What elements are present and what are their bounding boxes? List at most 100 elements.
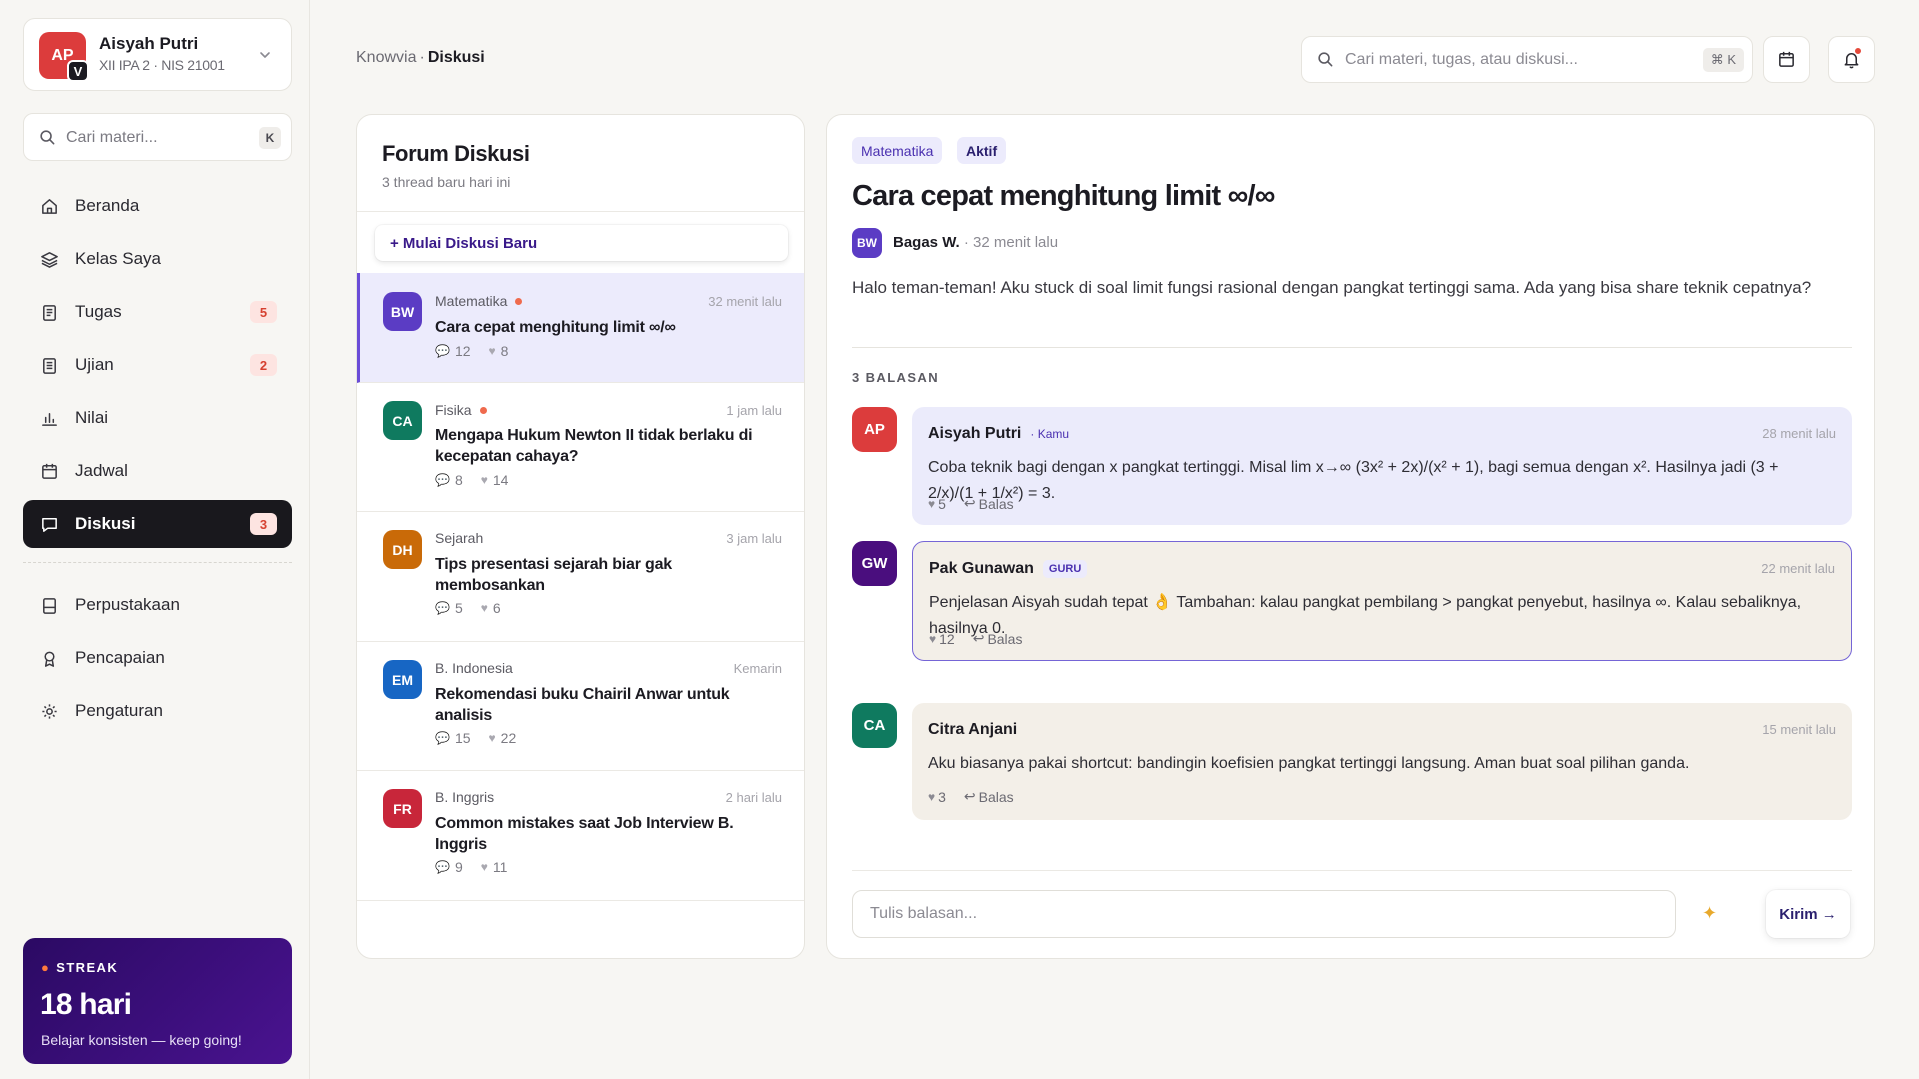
chevron-down-icon[interactable]: [257, 47, 273, 63]
reply-text: Aku biasanya pakai shortcut: bandingin k…: [928, 755, 1690, 772]
sparkle-icon[interactable]: ✦: [1702, 903, 1717, 924]
sidebar-search-input[interactable]: [66, 126, 236, 150]
breadcrumb: Knowvia · Diskusi: [356, 49, 485, 67]
heart-icon: ♥: [488, 344, 496, 358]
thread-subject-text: Matematika: [435, 293, 508, 309]
nav-item-pengaturan[interactable]: Pengaturan: [23, 687, 292, 735]
comment-icon: 💬: [435, 860, 450, 874]
nav-item-beranda[interactable]: Beranda: [23, 182, 292, 230]
thread-subject: Sejarah: [435, 530, 483, 546]
like-count: 3: [938, 788, 946, 805]
role-label: · Kamu: [1030, 427, 1070, 441]
thread-title: Cara cepat menghitung limit ∞/∞: [852, 180, 1275, 212]
post-time: · 32 menit lalu: [959, 234, 1059, 251]
nav-item-jadwal[interactable]: Jadwal: [23, 447, 292, 495]
thread-detail-panel: Matematika Aktif Cara cepat menghitung l…: [826, 114, 1875, 959]
nav-label: Jadwal: [75, 461, 128, 480]
nav-item-tugas[interactable]: Tugas 5: [23, 288, 292, 336]
avatar: FR: [383, 789, 422, 828]
nav-item-perpustakaan[interactable]: Perpustakaan: [23, 581, 292, 629]
gear-icon: [42, 703, 57, 719]
breadcrumb-root[interactable]: Knowvia: [356, 49, 416, 66]
thread-item[interactable]: CA Fisika 1 jam lalu Mengapa Hukum Newto…: [357, 383, 804, 512]
nav-divider: [23, 562, 292, 563]
subject-tag[interactable]: Matematika: [852, 137, 943, 164]
notifications-button[interactable]: [1828, 36, 1875, 83]
reply-card: Citra Anjani 15 menit lalu Aku biasanya …: [912, 703, 1852, 820]
nav-item-ujian[interactable]: Ujian 2: [23, 341, 292, 389]
heart-icon[interactable]: ♥: [928, 790, 935, 804]
like-count: 5: [938, 495, 946, 512]
like-count: 11: [492, 859, 508, 875]
thread-stats: 💬 15 ♥ 22: [435, 730, 516, 746]
like-count: 8: [500, 343, 509, 359]
calendar-icon: [42, 463, 57, 479]
heart-icon[interactable]: ♥: [928, 497, 935, 511]
replies-count: 3 BALASAN: [852, 370, 939, 385]
reply-author-name: Aisyah Putri: [928, 425, 1022, 442]
streak-label: ● STREAK: [41, 960, 118, 975]
thread-item[interactable]: BW Matematika 32 menit lalu Cara cepat m…: [357, 273, 804, 383]
reply-actions: ♥ 3 ↩ Balas: [928, 788, 1014, 805]
reply-author: Pak Gunawan GURU: [929, 560, 1088, 578]
reply-button[interactable]: ↩ Balas: [964, 495, 1014, 512]
count-badge: 5: [250, 301, 277, 323]
bar-chart-icon: [42, 412, 57, 426]
profile-card[interactable]: AP V Aisyah Putri XII IPA 2 · NIS 21001: [23, 18, 292, 91]
thread-stats: 💬 5 ♥ 6: [435, 600, 501, 616]
comment-count: 8: [454, 472, 463, 488]
shortcut-badge: K: [259, 127, 281, 149]
clipboard-icon: [43, 304, 56, 321]
nav-label: Beranda: [75, 196, 140, 215]
search-icon: [1318, 52, 1333, 67]
nav-item-nilai[interactable]: Nilai: [23, 394, 292, 442]
thread-item[interactable]: FR B. Inggris 2 hari lalu Common mistake…: [357, 771, 804, 901]
count-badge: 3: [250, 513, 277, 535]
reply-time: 15 menit lalu: [1762, 722, 1836, 737]
thread-time: Kemarin: [733, 661, 782, 676]
global-search-input[interactable]: [1345, 48, 1675, 72]
send-button[interactable]: Kirim →: [1766, 890, 1850, 938]
reply-button-label: Balas: [978, 788, 1014, 805]
reply-card: Aisyah Putri · Kamu 28 menit lalu Coba te…: [912, 407, 1852, 525]
profile-name: Aisyah Putri: [99, 34, 199, 53]
thread-item[interactable]: EM B. Indonesia Kemarin Rekomendasi buku…: [357, 642, 804, 771]
reply-time: 22 menit lalu: [1761, 561, 1835, 576]
nav-label: Kelas Saya: [75, 249, 161, 268]
thread-stats: 💬 9 ♥ 11: [435, 859, 507, 875]
library-icon: [43, 597, 56, 614]
streak-value: 18 hari: [40, 988, 132, 1021]
nav-item-diskusi[interactable]: Diskusi 3: [23, 500, 292, 548]
thread-time: 3 jam lalu: [726, 531, 782, 546]
nav-label: Diskusi: [75, 514, 136, 533]
like-count: 6: [492, 600, 501, 616]
reply-input[interactable]: [852, 890, 1676, 938]
thread-subject: Matematika: [435, 293, 523, 309]
avatar: GW: [852, 541, 897, 586]
thread-item[interactable]: DH Sejarah 3 jam lalu Tips presentasi se…: [357, 512, 804, 642]
nav-item-pencapaian[interactable]: Pencapaian: [23, 634, 292, 682]
reply-arrow-icon: ↩: [963, 788, 976, 804]
avatar: CA: [852, 703, 897, 748]
nav-label: Pencapaian: [75, 648, 165, 667]
reply-author: Aisyah Putri · Kamu: [928, 425, 1069, 443]
calendar-button[interactable]: [1763, 36, 1810, 83]
heart-icon[interactable]: ♥: [929, 632, 936, 646]
avatar: BW: [383, 292, 422, 331]
thread-list: BW Matematika 32 menit lalu Cara cepat m…: [357, 273, 804, 901]
divider: [357, 211, 804, 212]
thread-body: Halo teman-teman! Aku stuck di soal limi…: [852, 278, 1812, 297]
role-badge: GURU: [1042, 560, 1088, 578]
status-badge: Aktif: [957, 137, 1007, 164]
new-discussion-button[interactable]: + Mulai Diskusi Baru: [375, 225, 788, 261]
reply-button[interactable]: ↩ Balas: [973, 630, 1023, 647]
author-name[interactable]: Bagas W.: [893, 234, 960, 251]
reply-button[interactable]: ↩ Balas: [964, 788, 1014, 805]
chat-icon: [42, 517, 57, 532]
thread-stats: 💬 8 ♥ 14: [435, 472, 508, 488]
comment-count: 15: [454, 730, 471, 746]
avatar: CA: [383, 401, 422, 440]
divider: [852, 870, 1852, 871]
reply-arrow-icon: ↩: [963, 495, 976, 511]
nav-item-kelas-saya[interactable]: Kelas Saya: [23, 235, 292, 283]
